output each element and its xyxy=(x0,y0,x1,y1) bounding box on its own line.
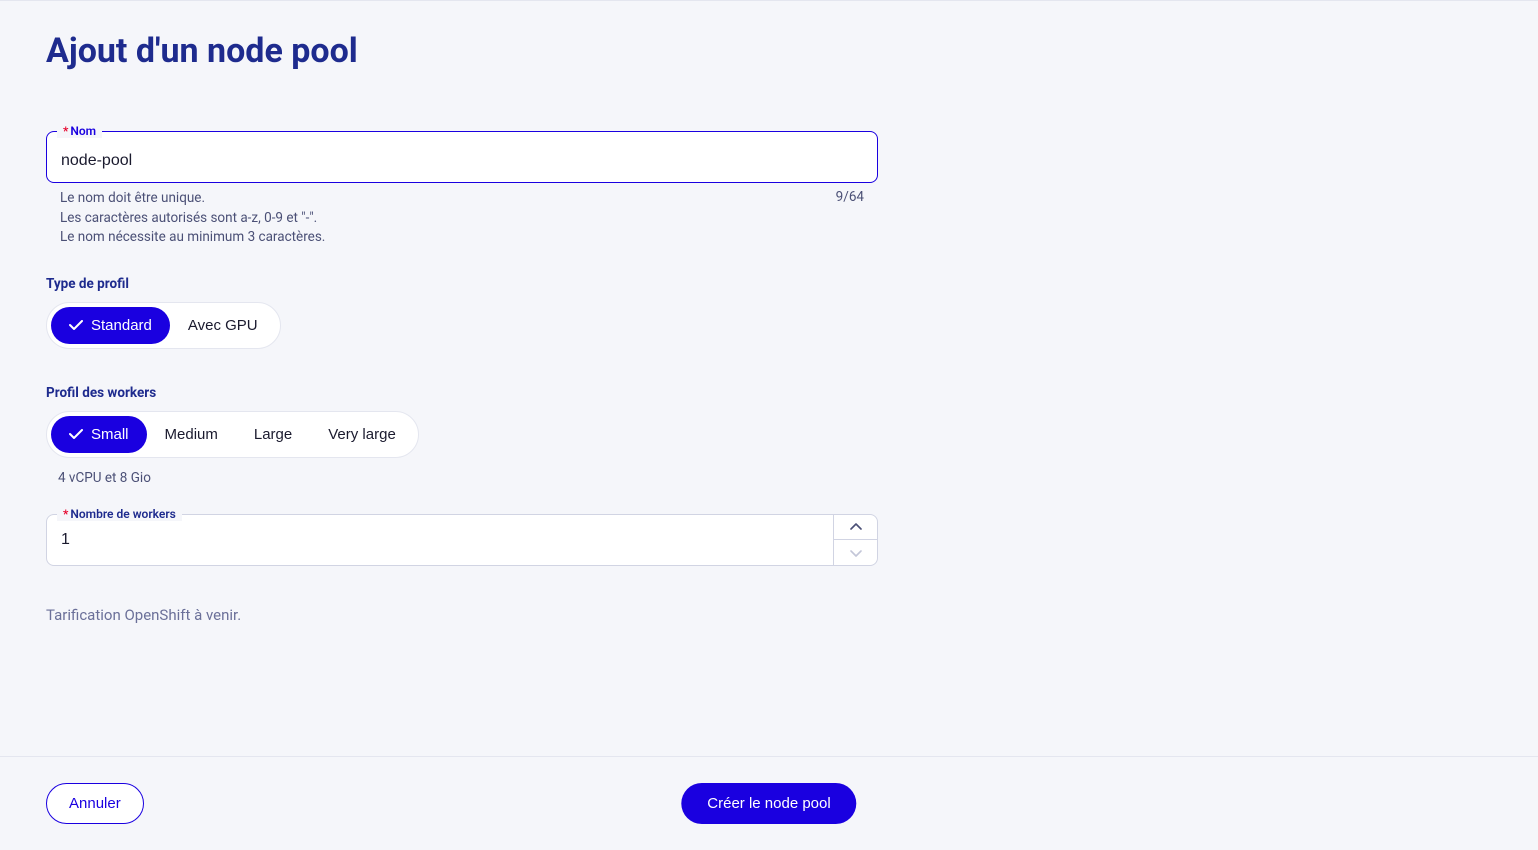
name-label: *Nom xyxy=(57,124,102,138)
worker-profile-medium[interactable]: Medium xyxy=(147,416,236,453)
worker-profile-small[interactable]: Small xyxy=(51,416,147,453)
profile-type-label: Type de profil xyxy=(46,276,878,292)
worker-profile-helper: 4 vCPU et 8 Gio xyxy=(46,470,878,486)
worker-count-increment[interactable] xyxy=(834,515,877,541)
name-char-counter: 9/64 xyxy=(836,189,864,248)
worker-profile-very-large[interactable]: Very large xyxy=(310,416,414,453)
worker-count-label: *Nombre de workers xyxy=(57,507,182,521)
name-input[interactable] xyxy=(61,152,863,170)
worker-count-input[interactable] xyxy=(47,515,833,565)
worker-profile-group: Small Medium Large Very large xyxy=(46,411,419,458)
footer-bar: Annuler Créer le node pool xyxy=(0,756,1538,850)
worker-profile-label: Profil des workers xyxy=(46,385,878,401)
profile-type-group: Standard Avec GPU xyxy=(46,302,281,349)
pricing-note: Tarification OpenShift à venir. xyxy=(46,606,878,624)
name-helper-text: Le nom doit être unique. Les caractères … xyxy=(60,189,325,248)
worker-profile-large[interactable]: Large xyxy=(236,416,310,453)
chevron-up-icon xyxy=(850,519,862,534)
worker-count-field: *Nombre de workers xyxy=(46,514,878,566)
profile-type-standard[interactable]: Standard xyxy=(51,307,170,344)
worker-count-decrement[interactable] xyxy=(834,540,877,565)
cancel-button[interactable]: Annuler xyxy=(46,783,144,824)
profile-type-gpu[interactable]: Avec GPU xyxy=(170,307,276,344)
check-icon xyxy=(69,317,83,334)
create-button[interactable]: Créer le node pool xyxy=(681,783,856,824)
page-title: Ajout d'un node pool xyxy=(46,31,1492,71)
chevron-down-icon xyxy=(850,545,862,560)
name-field-container: *Nom xyxy=(46,131,878,183)
check-icon xyxy=(69,426,83,443)
